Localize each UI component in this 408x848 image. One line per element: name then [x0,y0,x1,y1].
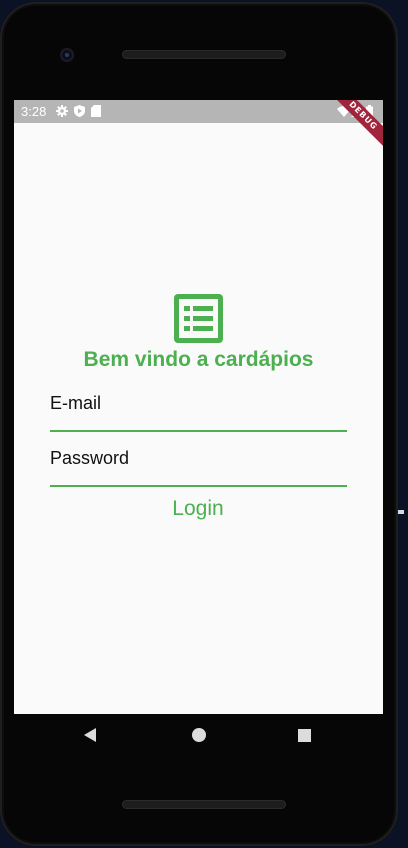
phone-frame: 3:28 DEBUG Bem vindo a cardápios E-mail … [0,2,398,846]
status-time: 3:28 [21,104,47,119]
recent-apps-icon[interactable] [298,729,311,742]
list-alt-icon [174,294,223,343]
welcome-title: Bem vindo a cardápios [83,348,314,371]
sd-card-icon [91,105,101,117]
front-camera [60,48,74,62]
app-screen: 3:28 DEBUG Bem vindo a cardápios E-mail … [14,100,383,714]
side-button [398,510,404,514]
home-icon[interactable] [192,728,206,742]
earpiece-speaker [122,50,286,59]
bottom-speaker [122,800,286,809]
email-field[interactable] [50,388,347,432]
back-icon[interactable] [84,728,96,742]
status-bar: 3:28 [14,100,383,123]
email-input[interactable] [50,388,347,418]
shield-icon [74,105,85,117]
navigation-bar [0,714,398,758]
login-button[interactable]: Login [148,494,248,524]
gear-icon [56,105,68,117]
password-input[interactable] [50,443,347,473]
password-field[interactable] [50,443,347,487]
